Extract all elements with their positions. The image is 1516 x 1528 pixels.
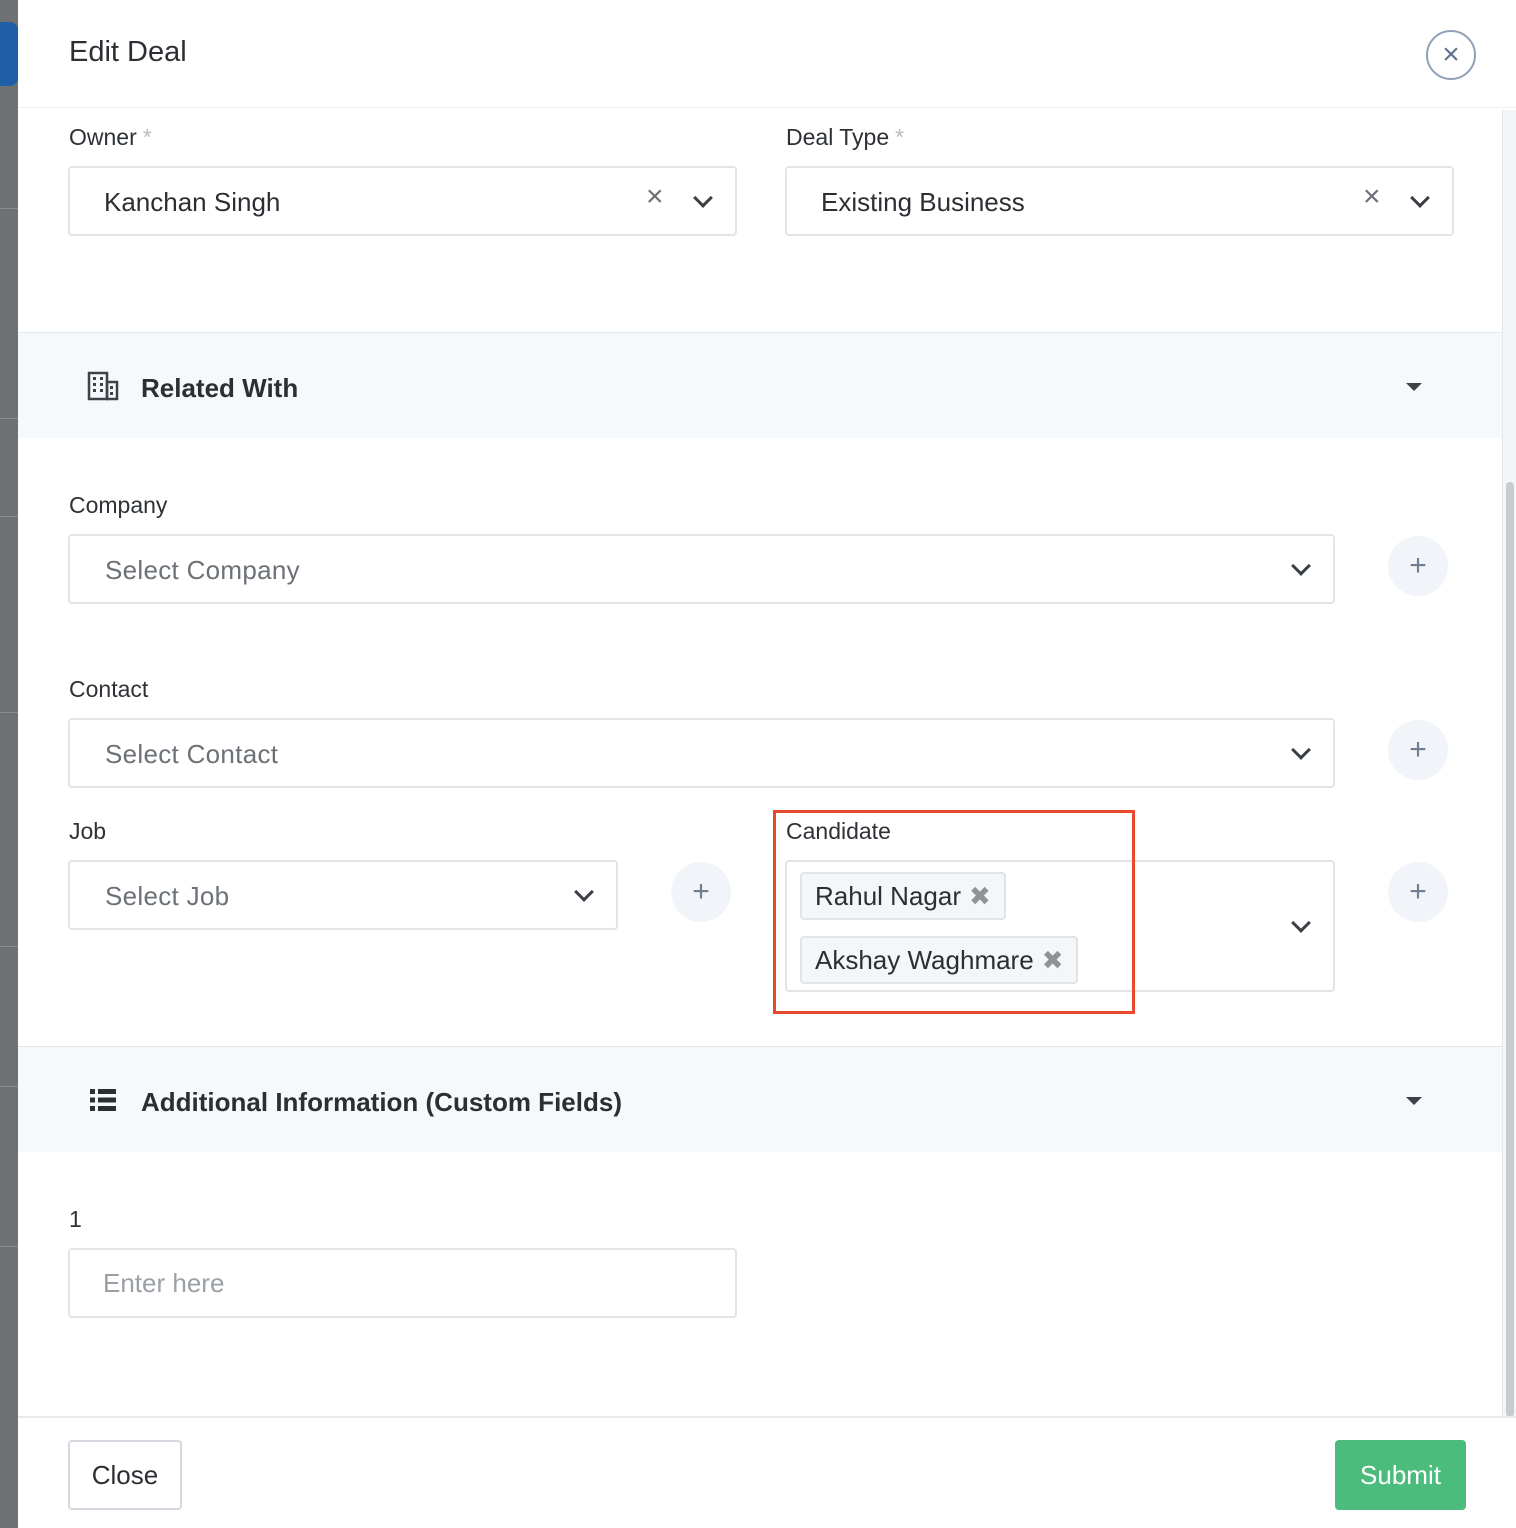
related-with-section-header[interactable]: Related With	[18, 332, 1502, 438]
add-job-button[interactable]: +	[671, 862, 731, 922]
modal-close-icon[interactable]: ×	[1426, 30, 1476, 80]
deal-type-select[interactable]: Existing Business ×	[785, 166, 1454, 236]
add-candidate-button[interactable]: +	[1388, 862, 1448, 922]
job-select[interactable]: Select Job	[68, 860, 618, 930]
deal-type-clear-icon[interactable]: ×	[1363, 182, 1381, 212]
company-label: Company	[69, 492, 168, 518]
add-contact-button[interactable]: +	[1388, 720, 1448, 780]
add-company-button[interactable]: +	[1388, 536, 1448, 596]
background-divider	[0, 516, 18, 517]
related-with-title: Related With	[141, 373, 299, 403]
custom-field-input[interactable]	[70, 1250, 735, 1316]
background-divider	[0, 1246, 18, 1247]
submit-button[interactable]: Submit	[1335, 1440, 1466, 1510]
owner-value: Kanchan Singh	[104, 187, 281, 217]
modal-scrollbar[interactable]	[1502, 110, 1516, 1420]
modal-title: Edit Deal	[69, 36, 187, 68]
deal-type-value: Existing Business	[821, 187, 1025, 217]
chevron-down-icon[interactable]	[1291, 740, 1311, 760]
list-icon	[90, 1089, 116, 1111]
company-select[interactable]: Select Company	[68, 534, 1335, 604]
background-divider	[0, 418, 18, 419]
job-placeholder: Select Job	[105, 881, 230, 911]
caret-down-icon[interactable]	[1406, 383, 1422, 391]
deal-type-label: Deal Type *	[786, 124, 905, 150]
close-button[interactable]: Close	[68, 1440, 182, 1510]
background-divider	[0, 712, 18, 713]
custom-field-input-wrapper	[68, 1248, 737, 1318]
owner-label: Owner *	[69, 124, 152, 150]
contact-label: Contact	[69, 676, 149, 702]
modal-footer: Close Submit	[18, 1416, 1516, 1528]
background-divider	[0, 208, 18, 209]
chevron-down-icon[interactable]	[1291, 556, 1311, 576]
custom-field-label: 1	[69, 1206, 82, 1232]
modal-header: Edit Deal ×	[18, 0, 1516, 108]
background-app-element	[0, 22, 18, 86]
contact-select[interactable]: Select Contact	[68, 718, 1335, 788]
company-placeholder: Select Company	[105, 555, 300, 585]
scrollbar-thumb[interactable]	[1506, 482, 1514, 1417]
owner-clear-icon[interactable]: ×	[646, 182, 664, 212]
building-icon	[87, 371, 119, 401]
additional-info-title: Additional Information (Custom Fields)	[141, 1087, 622, 1117]
edit-deal-modal: Edit Deal × Owner * Kanchan Singh × Deal …	[18, 0, 1516, 1528]
contact-placeholder: Select Contact	[105, 739, 279, 769]
chevron-down-icon[interactable]	[693, 188, 713, 208]
background-divider	[0, 1086, 18, 1087]
chevron-down-icon[interactable]	[1410, 188, 1430, 208]
job-label: Job	[69, 818, 107, 844]
background-divider	[0, 946, 18, 947]
candidate-highlight-box	[773, 810, 1135, 1014]
owner-select[interactable]: Kanchan Singh ×	[68, 166, 737, 236]
chevron-down-icon[interactable]	[1291, 913, 1311, 933]
caret-down-icon[interactable]	[1406, 1097, 1422, 1105]
chevron-down-icon[interactable]	[574, 882, 594, 902]
additional-info-section-header[interactable]: Additional Information (Custom Fields)	[18, 1046, 1502, 1152]
